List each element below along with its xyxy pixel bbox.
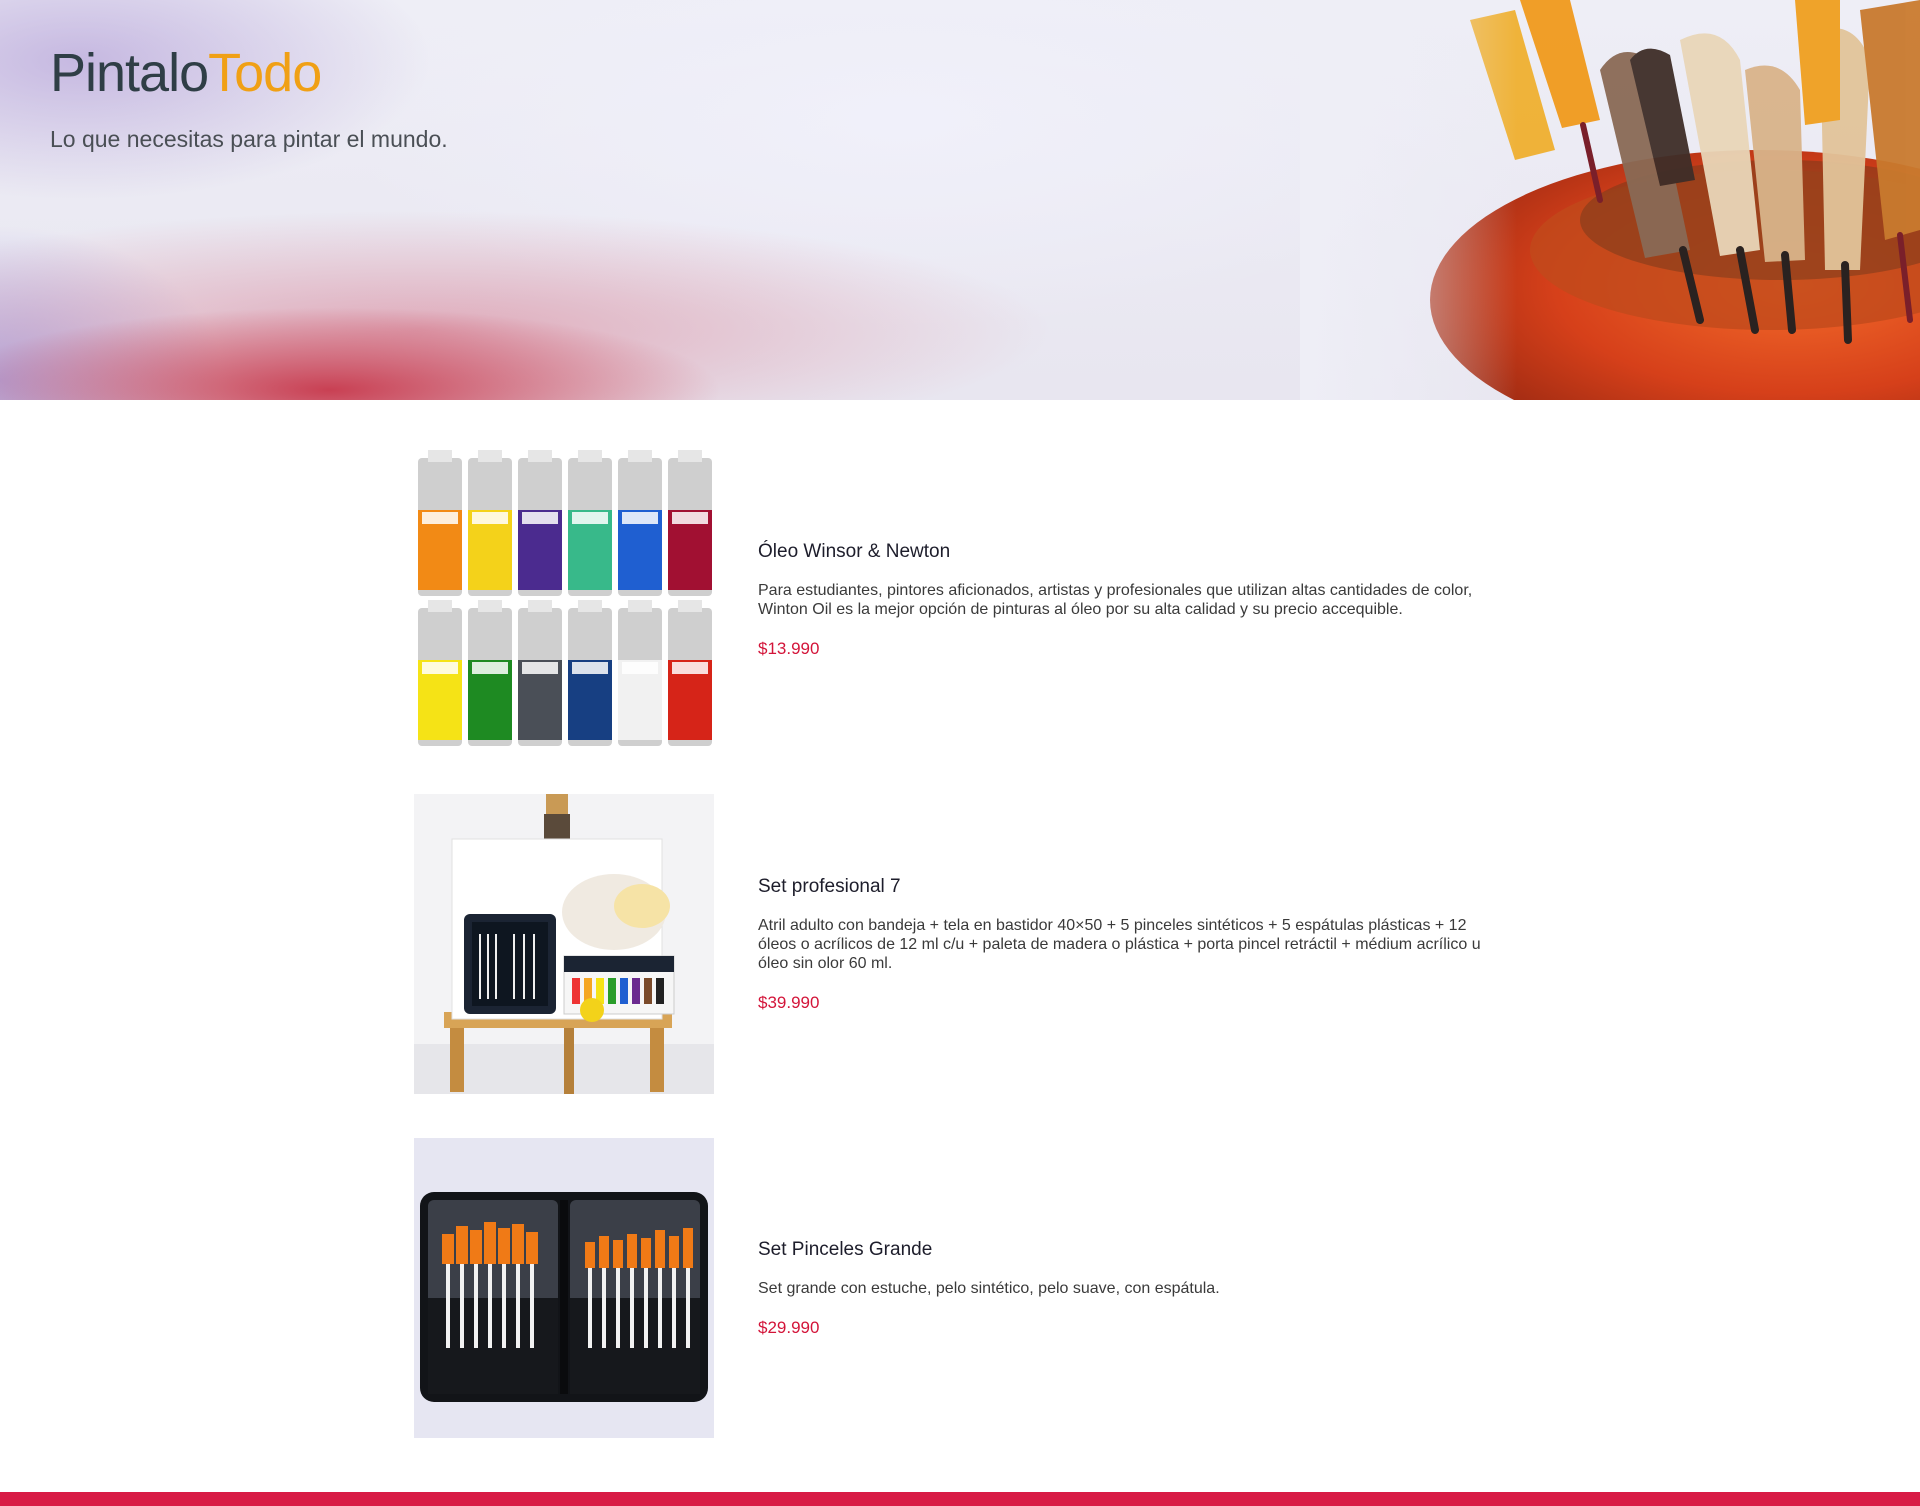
oil-paint-tubes-image	[414, 450, 714, 750]
footer-bar	[0, 1492, 1920, 1506]
product-info: Óleo Winsor & Newton Para estudiantes, p…	[758, 541, 1494, 659]
easel-set-image	[414, 794, 714, 1094]
tagline: Lo que necesitas para pintar el mundo.	[50, 126, 448, 152]
product-image[interactable]	[414, 450, 714, 750]
product-title[interactable]: Óleo Winsor & Newton	[758, 541, 1494, 563]
paint-brushes-image	[1300, 0, 1920, 400]
product-item: Set profesional 7 Atril adulto con bande…	[414, 794, 1494, 1094]
brand-name-part2: Todo	[208, 43, 322, 103]
product-description: Set grande con estuche, pelo sintético, …	[758, 1279, 1220, 1297]
product-price: $39.990	[758, 992, 820, 1012]
brush-case-image	[414, 1138, 714, 1438]
product-price: $13.990	[758, 639, 820, 658]
product-price: $29.990	[758, 1317, 820, 1337]
product-info: Set profesional 7 Atril adulto con bande…	[758, 876, 1494, 1013]
brand-name-part1: Pintalo	[50, 43, 209, 103]
product-list: Óleo Winsor & Newton Para estudiantes, p…	[414, 450, 1494, 1482]
product-title[interactable]: Set profesional 7	[758, 876, 1494, 898]
site-logo[interactable]: PintaloTodo	[50, 43, 322, 103]
product-item: Set Pinceles Grande Set grande con estuc…	[414, 1138, 1494, 1438]
product-description: Atril adulto con bandeja + tela en basti…	[758, 916, 1481, 972]
product-image[interactable]	[414, 1138, 714, 1438]
hero-banner: PintaloTodo Lo que necesitas para pintar…	[0, 0, 1920, 400]
product-title[interactable]: Set Pinceles Grande	[758, 1239, 1494, 1261]
product-info: Set Pinceles Grande Set grande con estuc…	[758, 1239, 1494, 1338]
product-description: Para estudiantes, pintores aficionados, …	[758, 582, 1473, 618]
product-image[interactable]	[414, 794, 714, 1094]
product-item: Óleo Winsor & Newton Para estudiantes, p…	[414, 450, 1494, 750]
